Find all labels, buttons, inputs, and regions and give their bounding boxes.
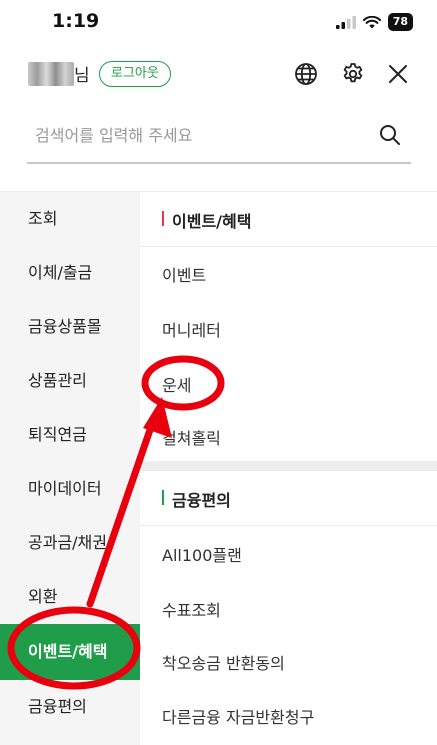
section-header-events: 이벤트/혜택: [140, 192, 437, 247]
menu-item-fortune[interactable]: 운세: [162, 372, 191, 396]
section-title: 이벤트/혜택: [172, 212, 252, 231]
sidebar-item-product-mall[interactable]: 금융상품몰: [0, 300, 140, 354]
status-time: 1:19: [52, 10, 100, 32]
section-accent-bar: [162, 490, 164, 505]
menu-item-all100-plan[interactable]: All100플랜: [162, 542, 242, 566]
search-bar: [27, 112, 411, 164]
menu-item-check-inquiry[interactable]: 수표조회: [162, 597, 221, 621]
sidebar-item-product-management[interactable]: 상품관리: [0, 354, 140, 408]
sidebar-item-transfer[interactable]: 이체/출금: [0, 246, 140, 300]
sidebar-item-utility-bonds[interactable]: 공과금/채권: [0, 516, 140, 570]
status-bar: 1:19 78: [0, 0, 437, 44]
close-icon[interactable]: [384, 60, 412, 88]
sidebar-item-mydata[interactable]: 마이데이터: [0, 462, 140, 516]
section-header-convenience: 금융편의: [140, 471, 437, 526]
menu-item-refund-claim[interactable]: 다른금융 자금반환청구: [162, 704, 314, 728]
menu-item-mistaken-transfer-return[interactable]: 착오송금 반환동의: [162, 650, 285, 674]
section-accent-bar: [162, 211, 164, 226]
signal-icon: [335, 15, 356, 29]
menu-item-culture-holic[interactable]: 컬쳐홀릭: [162, 425, 221, 449]
section-title: 금융편의: [172, 491, 231, 510]
status-icons: 78: [335, 13, 413, 31]
header: 님 로그아웃: [0, 50, 437, 100]
search-input[interactable]: [27, 112, 365, 158]
menu-item-money-letter[interactable]: 머니레터: [162, 317, 221, 341]
user-suffix: 님: [74, 66, 90, 86]
logout-button[interactable]: 로그아웃: [99, 61, 171, 87]
section-separator: [140, 461, 437, 471]
blurred-username: [28, 62, 74, 86]
sidebar-item-foreign-exchange[interactable]: 외환: [0, 570, 140, 624]
globe-icon[interactable]: [292, 60, 320, 88]
search-icon[interactable]: [379, 124, 401, 150]
wifi-icon: [362, 15, 381, 28]
submenu-panel: 이벤트/혜택 이벤트 머니레터 운세 컬쳐홀릭 금융편의 All100플랜 수표…: [140, 192, 437, 745]
battery-indicator: 78: [387, 13, 413, 31]
gear-icon[interactable]: [339, 60, 367, 88]
sidebar-item-events-benefits[interactable]: 이벤트/혜택: [0, 624, 140, 680]
sidebar-item-inquiry[interactable]: 조회: [0, 192, 140, 246]
category-sidebar: 조회 이체/출금 금융상품몰 상품관리 퇴직연금 마이데이터 공과금/채권 외환…: [0, 192, 140, 745]
menu-item-events[interactable]: 이벤트: [162, 262, 206, 286]
sidebar-item-convenience[interactable]: 금융편의: [0, 680, 140, 734]
sidebar-item-pension[interactable]: 퇴직연금: [0, 408, 140, 462]
